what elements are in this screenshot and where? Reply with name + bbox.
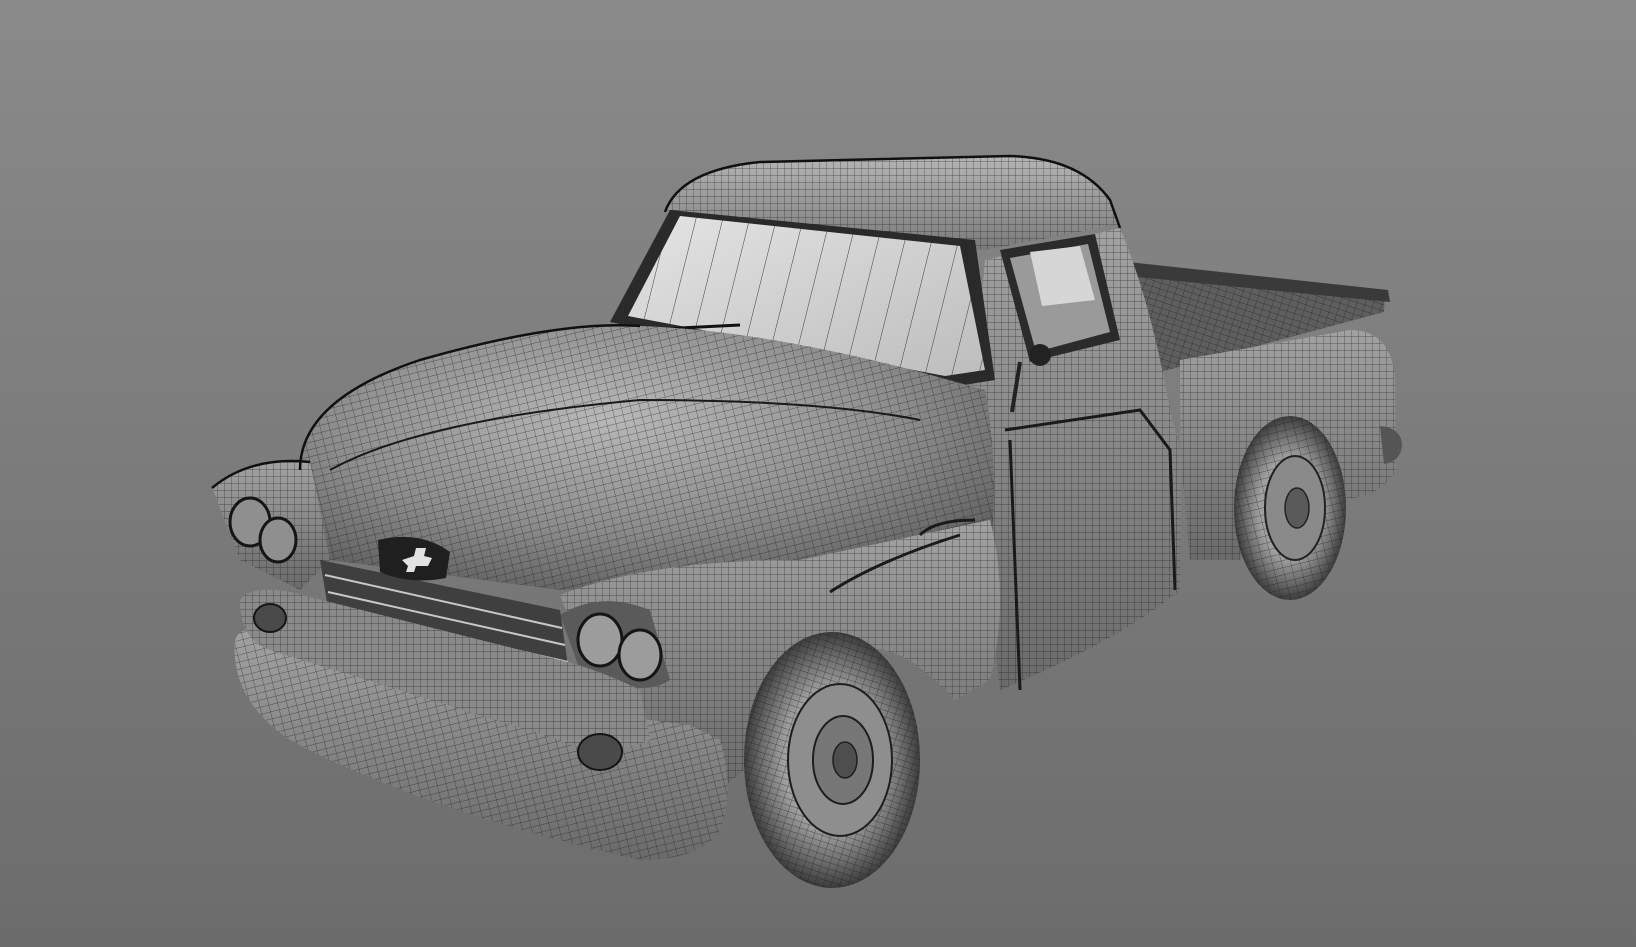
front-wheel bbox=[744, 632, 920, 888]
3d-viewport[interactable] bbox=[0, 0, 1636, 947]
truck-render bbox=[211, 154, 1402, 888]
rear-wheel bbox=[1234, 416, 1346, 600]
